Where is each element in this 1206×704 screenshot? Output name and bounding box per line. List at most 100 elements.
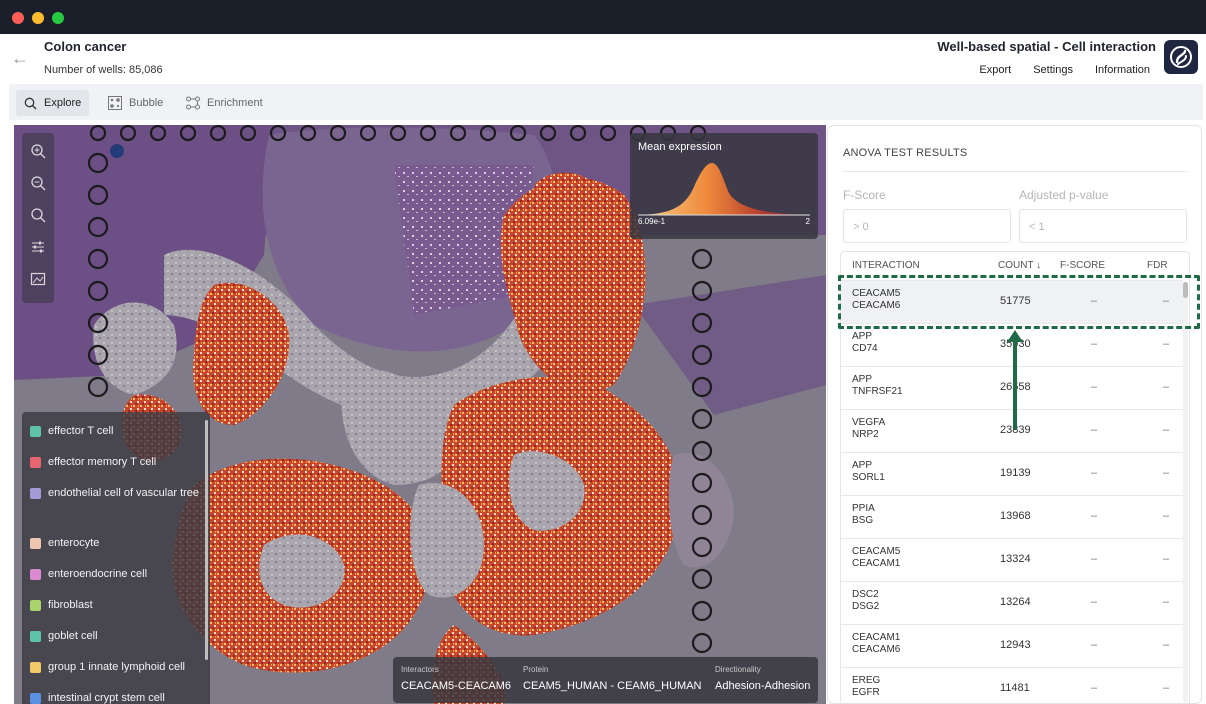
tab-explore[interactable]: Explore — [16, 90, 90, 116]
interactor-a: APP — [852, 331, 873, 342]
interaction-cell: VEGFA NRP2 — [852, 417, 885, 441]
fdr-cell: – — [1163, 682, 1170, 694]
legend-item[interactable]: effector T cell — [30, 424, 202, 439]
marker-dot — [110, 144, 124, 158]
fscore-cell: – — [1091, 338, 1098, 350]
count-cell: 13968 — [1000, 510, 1031, 522]
bubble-grid-icon — [108, 96, 122, 110]
legend-item[interactable]: enteroendocrine cell — [30, 567, 202, 582]
fscore-filter-input[interactable]: > 0 — [843, 209, 1011, 243]
project-title: Colon cancer — [44, 39, 127, 54]
col-header-fscore[interactable]: F-SCORE — [1060, 260, 1105, 271]
close-window-button[interactable] — [12, 12, 24, 24]
interaction-cell: CEACAM1 CEACAM6 — [852, 632, 900, 656]
interactor-a: DSC2 — [852, 589, 879, 600]
legend-item[interactable]: goblet cell — [30, 629, 202, 644]
directionality-value: Adhesion-Adhesion — [715, 680, 811, 692]
maximize-window-button[interactable] — [52, 12, 64, 24]
fdr-cell: – — [1163, 381, 1170, 393]
page-title: Well-based spatial - Cell interaction — [937, 39, 1156, 54]
zoom-reset-icon[interactable] — [30, 207, 46, 223]
fscore-cell: – — [1091, 424, 1098, 436]
legend-swatch — [30, 488, 41, 499]
legend-swatch — [30, 426, 41, 437]
count-cell: 19139 — [1000, 467, 1031, 479]
table-row[interactable]: CEACAM5 CEACAM1 13324 – – — [841, 538, 1183, 581]
protein-label: Protein — [523, 665, 549, 674]
interaction-cell: DSC2 DSG2 — [852, 589, 879, 613]
fscore-cell: – — [1091, 596, 1098, 608]
table-row[interactable]: PPIA BSG 13968 – – — [841, 495, 1183, 538]
count-cell: 13324 — [1000, 553, 1031, 565]
legend-item[interactable]: enterocyte — [30, 536, 202, 551]
tab-bubble[interactable]: Bubble — [100, 90, 171, 116]
back-arrow-icon[interactable]: ← — [11, 48, 29, 69]
interactor-b: DSG2 — [852, 601, 880, 612]
legend-item[interactable]: fibroblast — [30, 598, 202, 613]
pvalue-filter-label: Adjusted p-value — [1019, 188, 1109, 202]
interactor-a: CEACAM1 — [852, 632, 901, 643]
interactor-b: EGFR — [852, 687, 880, 698]
settings-link[interactable]: Settings — [1033, 64, 1073, 76]
legend-item[interactable]: intestinal crypt stem cell — [30, 691, 202, 704]
export-link[interactable]: Export — [979, 64, 1011, 76]
zoom-out-icon[interactable] — [30, 175, 46, 191]
legend-swatch — [30, 569, 41, 580]
legend-label: effector memory T cell — [48, 456, 157, 468]
legend-label: enterocyte — [48, 537, 100, 549]
legend-item[interactable]: group 1 innate lymphoid cell — [30, 660, 202, 675]
adjust-sliders-icon[interactable] — [30, 239, 46, 255]
table-row[interactable]: APP TNFRSF21 26558 – – — [841, 366, 1183, 409]
legend-swatch — [30, 538, 41, 549]
interactor-a: EREG — [852, 675, 881, 686]
legend-swatch — [30, 600, 41, 611]
legend-swatch — [30, 631, 41, 642]
pvalue-filter-input[interactable]: < 1 — [1019, 209, 1187, 243]
col-header-count[interactable]: COUNT ↓ — [998, 260, 1041, 271]
table-scroll-track[interactable] — [1183, 282, 1188, 702]
fdr-cell: – — [1163, 553, 1170, 565]
table-row[interactable]: CEACAM1 CEACAM6 12943 – – — [841, 624, 1183, 667]
interactor-b: NRP2 — [852, 429, 879, 440]
protein-value: CEAM5_HUMAN - CEAM6_HUMAN — [523, 680, 702, 692]
legend-item[interactable]: effector memory T cell — [30, 455, 202, 470]
table-row[interactable]: EREG EGFR 11481 – – — [841, 667, 1183, 703]
minimize-window-button[interactable] — [32, 12, 44, 24]
table-row[interactable]: CEACAM5 CEACAM6 51775 – – — [841, 280, 1183, 323]
table-row[interactable]: APP SORL1 19139 – – — [841, 452, 1183, 495]
count-cell: 13264 — [1000, 596, 1031, 608]
count-cell: 12943 — [1000, 639, 1031, 651]
table-scrollbar-thumb[interactable] — [1183, 282, 1188, 298]
image-icon[interactable] — [30, 271, 46, 287]
top-links: Export Settings Information — [979, 64, 1150, 76]
interactor-b: CEACAM6 — [852, 644, 901, 655]
annotation-arrow — [1013, 338, 1017, 430]
fscore-cell: – — [1091, 467, 1098, 479]
interactor-b: SORL1 — [852, 472, 885, 483]
cell-type-legend: effector T cell effector memory T cell e… — [22, 412, 210, 704]
table-row[interactable]: DSC2 DSG2 13264 – – — [841, 581, 1183, 624]
zoom-in-icon[interactable] — [30, 143, 46, 159]
interaction-cell: PPIA BSG — [852, 503, 875, 527]
fdr-cell: – — [1163, 639, 1170, 651]
table-row[interactable]: VEGFA NRP2 23839 – – — [841, 409, 1183, 452]
legend-item[interactable]: endothelial cell of vascular tree — [30, 486, 202, 501]
legend-scrollbar[interactable] — [205, 420, 208, 660]
legend-label: enteroendocrine cell — [48, 568, 148, 580]
search-icon — [24, 97, 37, 109]
interaction-cell: APP SORL1 — [852, 460, 885, 484]
information-link[interactable]: Information — [1095, 64, 1150, 76]
legend-label: effector T cell — [48, 425, 114, 437]
col-header-interaction[interactable]: INTERACTION — [852, 260, 920, 271]
interaction-info-bar: Interactors CEACAM5-CEACAM6 Protein CEAM… — [393, 657, 818, 703]
tab-enrichment[interactable]: Enrichment — [178, 90, 271, 116]
fscore-filter-label: F-Score — [843, 188, 886, 202]
results-divider — [843, 171, 1187, 172]
protein-block: Protein CEAM5_HUMAN - CEAM6_HUMAN — [523, 665, 701, 692]
col-header-fdr[interactable]: FDR — [1147, 260, 1168, 271]
tissue-viewer[interactable]: Mean expression 6.09e-1 2 effector T cel… — [14, 125, 826, 704]
interactors-label: Interactors — [401, 665, 439, 674]
fscore-cell: – — [1091, 381, 1098, 393]
interactor-a: APP — [852, 374, 873, 385]
fdr-cell: – — [1163, 295, 1170, 307]
